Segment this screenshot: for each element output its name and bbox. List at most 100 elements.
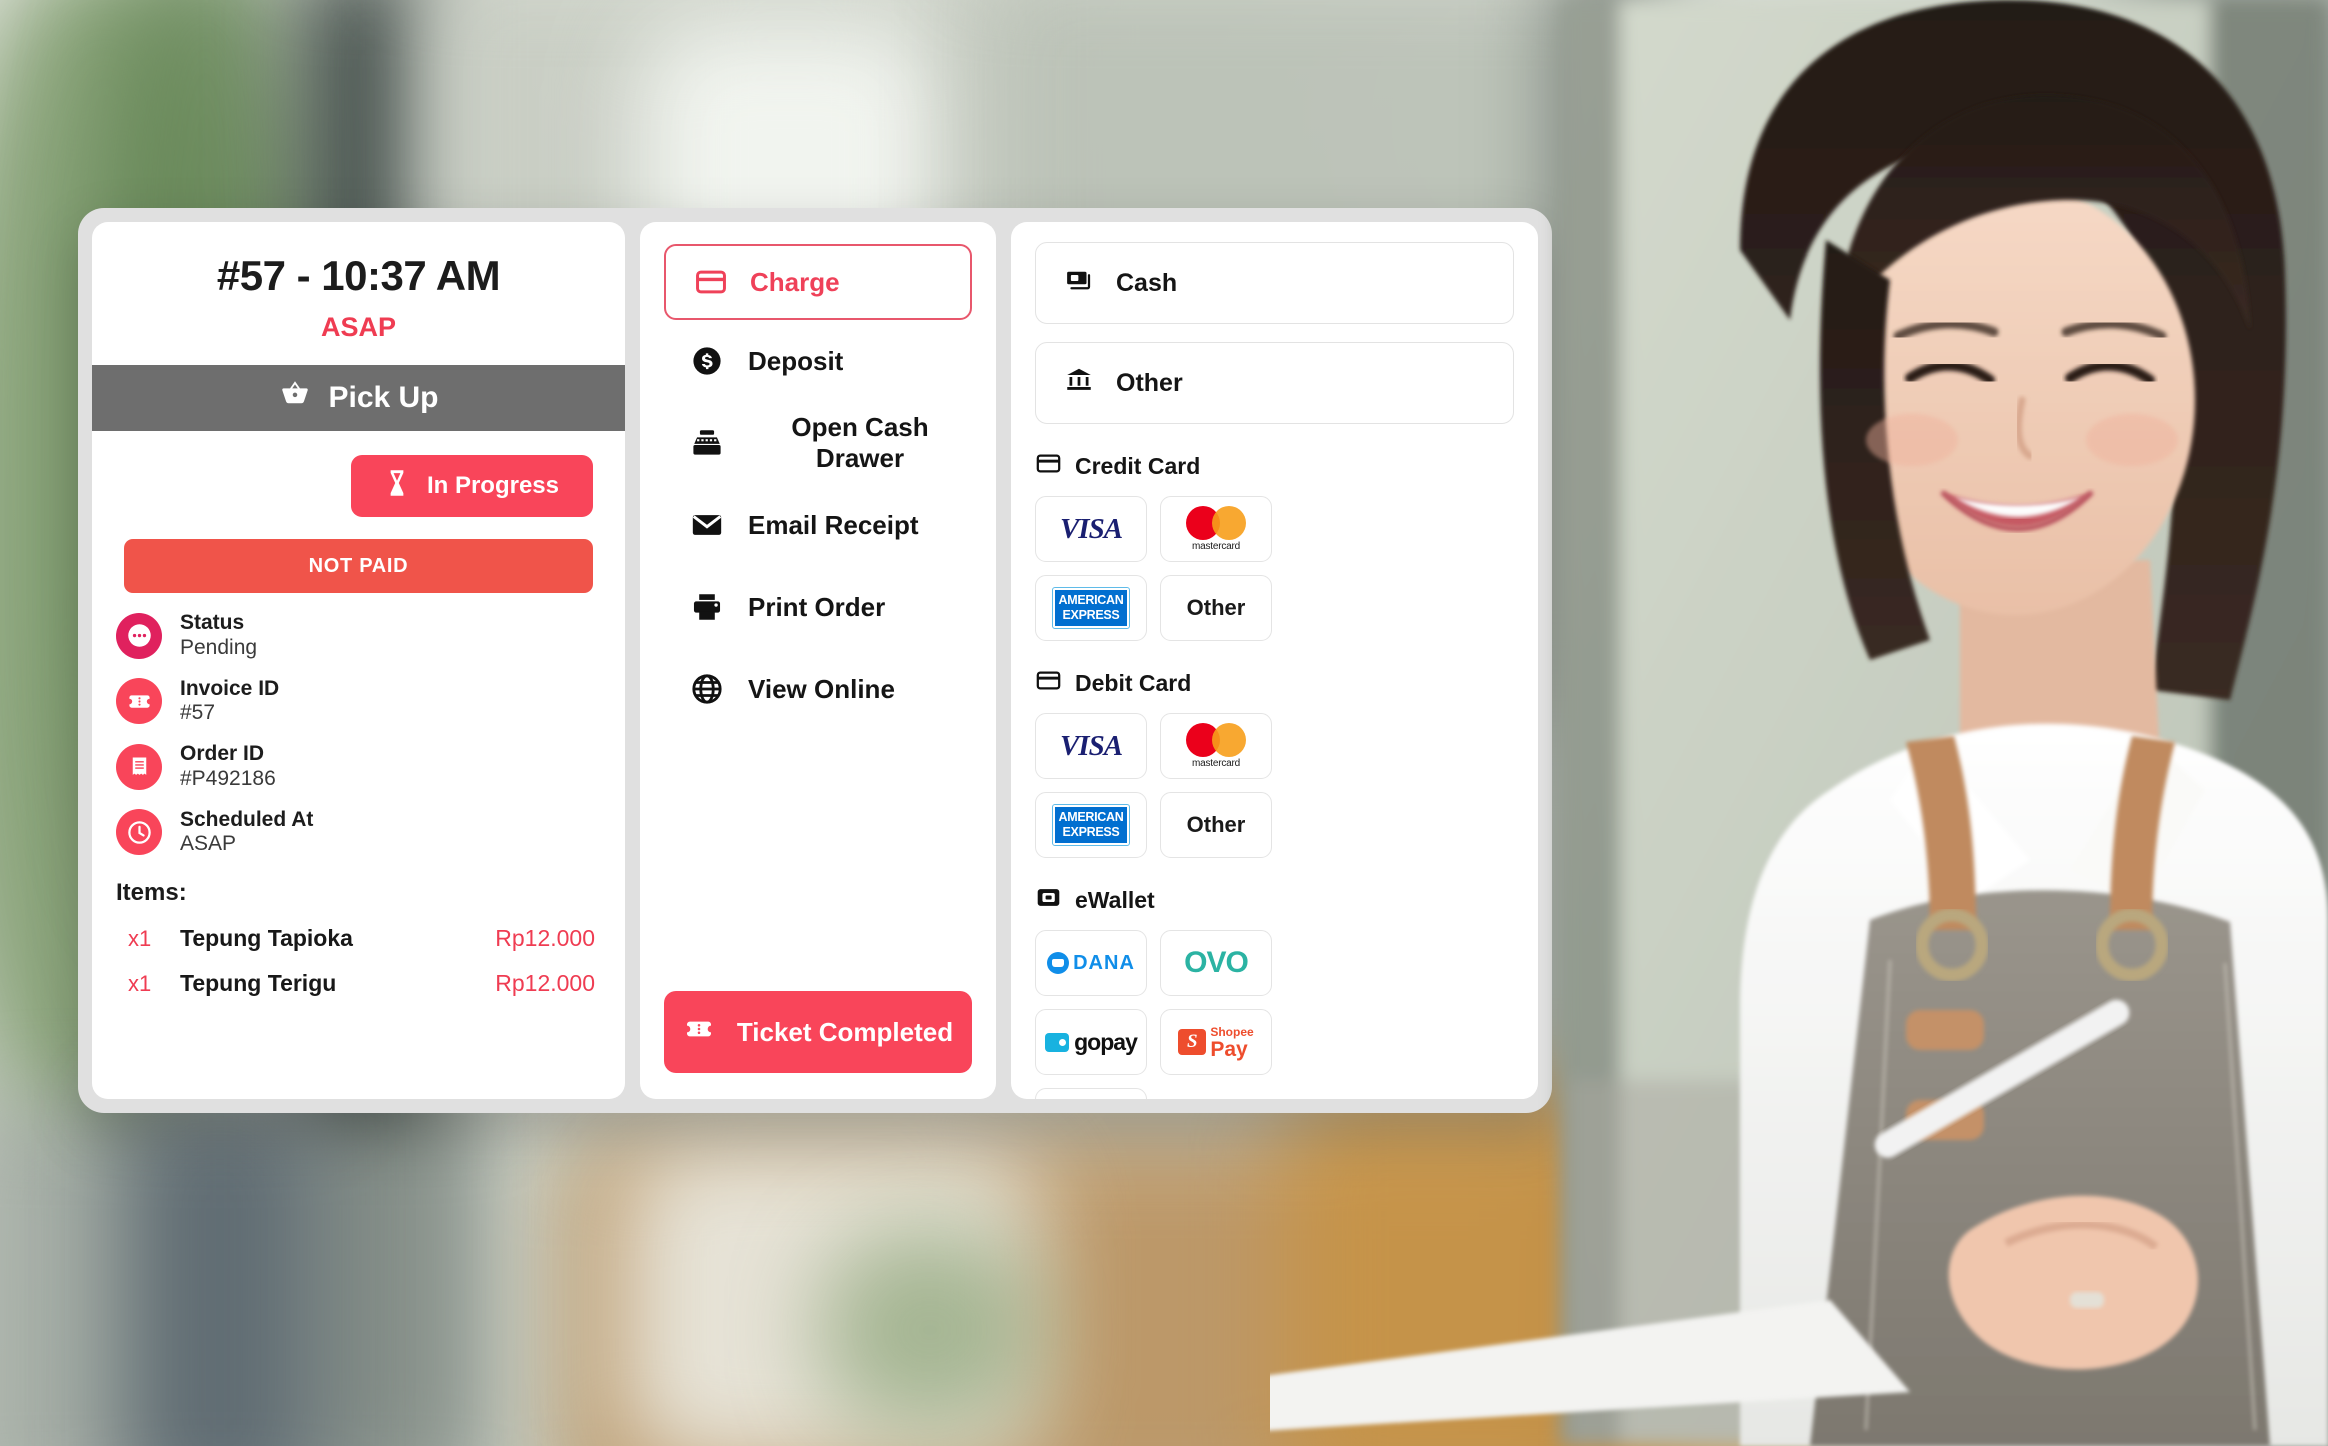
credit-card-icon: [694, 265, 728, 299]
email-receipt-button[interactable]: Email Receipt: [664, 484, 972, 566]
not-paid-button[interactable]: NOT PAID: [124, 539, 593, 593]
amex-logo: AMERICAN EXPRESS: [1051, 587, 1131, 629]
banknote-icon: [1064, 265, 1094, 302]
payment-option-credit-other[interactable]: Other: [1160, 575, 1272, 641]
chat-dots-icon: [116, 612, 162, 659]
payment-option-dana[interactable]: DANA: [1035, 930, 1147, 996]
wallet-icon: [1035, 884, 1062, 916]
print-order-label: Print Order: [748, 591, 886, 622]
order-type-label: Pick Up: [328, 381, 439, 414]
meta-label: Order ID: [180, 742, 265, 766]
page-title: #57 - 10:37 AM: [216, 252, 501, 299]
meta-row-status: Status Pending: [116, 611, 601, 661]
visa-logo: VISA: [1059, 729, 1123, 762]
gopay-logo: gopay: [1045, 1029, 1138, 1056]
payment-status-row: NOT PAID: [92, 517, 625, 593]
payment-group-credit-card: Credit Card VISA mastercard AMERICAN EXPR…: [1035, 450, 1514, 641]
mastercard-logo: mastercard: [1186, 723, 1246, 769]
payment-option-shopeepay[interactable]: S Shopee Pay: [1160, 1009, 1272, 1075]
in-progress-button[interactable]: In Progress: [350, 455, 593, 517]
payment-option-visa[interactable]: VISA: [1035, 713, 1147, 779]
payment-option-amex[interactable]: AMERICAN EXPRESS: [1035, 575, 1147, 641]
meta-label: Scheduled At: [180, 807, 314, 831]
ticket-header: #57 - 10:37 AM ASAP: [92, 222, 625, 365]
items-heading: Items:: [116, 879, 187, 907]
clock-icon: [116, 809, 162, 856]
visa-logo: VISA: [1059, 512, 1123, 545]
payment-option-gopay[interactable]: gopay: [1035, 1009, 1147, 1075]
dana-logo: DANA: [1047, 952, 1135, 975]
payment-option-amex[interactable]: AMERICAN EXPRESS: [1035, 792, 1147, 858]
payment-option-mastercard[interactable]: mastercard: [1160, 496, 1272, 562]
ovo-logo: OVO: [1184, 946, 1249, 979]
ticket-panel: #57 - 10:37 AM ASAP Pick Up In Progress …: [92, 222, 625, 1099]
item-qty: x1: [128, 970, 152, 996]
payment-option-ewallet-other[interactable]: Other: [1035, 1088, 1147, 1099]
payment-group-debit-card: Debit Card VISA mastercard AMERICAN EXPRE…: [1035, 667, 1514, 858]
pos-order-card: #57 - 10:37 AM ASAP Pick Up In Progress …: [78, 208, 1552, 1113]
meta-label: Status: [180, 611, 245, 634]
item-price: Rp12.000: [495, 925, 595, 952]
email-receipt-label: Email Receipt: [748, 509, 919, 540]
ticket-completed-button[interactable]: Ticket Completed: [664, 991, 972, 1073]
print-order-button[interactable]: Print Order: [664, 566, 972, 648]
payment-group-ewallet: eWallet DANA OVO gopay S ShopeePay Other: [1035, 884, 1514, 1099]
list-item: x1 Tepung Terigu Rp12.000: [92, 952, 625, 997]
meta-value: ASAP: [180, 832, 237, 856]
meta-label: Invoice ID: [180, 676, 280, 700]
meta-row-scheduled-at: Scheduled At ASAP: [116, 808, 601, 858]
cash-register-icon: [690, 426, 724, 460]
payment-group-title: eWallet: [1075, 886, 1155, 913]
item-name: Tepung Tapioka: [180, 925, 353, 952]
meta-row-order-id: Order ID #P492186: [116, 742, 601, 792]
bank-icon: [1064, 365, 1094, 402]
payment-other-bank-button[interactable]: Other: [1035, 342, 1514, 424]
open-cash-drawer-button[interactable]: Open Cash Drawer: [664, 402, 972, 484]
view-online-label: View Online: [748, 673, 895, 704]
view-online-button[interactable]: View Online: [664, 648, 972, 730]
item-name: Tepung Terigu: [180, 970, 337, 997]
meta-row-invoice-id: Invoice ID #57: [116, 677, 601, 727]
payment-group-title: Credit Card: [1075, 452, 1201, 479]
shopeepay-logo: S Shopee Pay: [1178, 1024, 1254, 1060]
payment-option-visa[interactable]: VISA: [1035, 496, 1147, 562]
payment-other-bank-label: Other: [1116, 368, 1183, 397]
meta-value: #P492186: [180, 766, 276, 790]
ticket-icon: [683, 1013, 715, 1052]
payment-methods-panel: Cash Other Credit Card VISA mastercard A…: [1011, 222, 1538, 1099]
ticket-icon: [116, 678, 162, 725]
basket-icon: [278, 377, 312, 419]
item-qty: x1: [128, 925, 152, 951]
charge-label: Charge: [750, 266, 840, 297]
deposit-button[interactable]: Deposit: [664, 320, 972, 402]
payment-option-mastercard[interactable]: mastercard: [1160, 713, 1272, 779]
ticket-subtitle: ASAP: [320, 312, 396, 342]
mastercard-logo: mastercard: [1186, 506, 1246, 552]
amex-logo: AMERICAN EXPRESS: [1051, 804, 1131, 846]
credit-card-icon: [1035, 450, 1062, 482]
globe-icon: [690, 672, 724, 706]
ticket-completed-label: Ticket Completed: [736, 1016, 954, 1047]
receipt-icon: [116, 743, 162, 790]
payment-group-title: Debit Card: [1075, 669, 1192, 696]
order-meta-list: Status Pending Invoice ID #57 Order ID #…: [92, 593, 625, 873]
credit-card-icon: [1035, 667, 1062, 699]
actions-panel: Charge Deposit Open Cash Drawer Email Re…: [640, 222, 996, 1099]
list-item: x1 Tepung Tapioka Rp12.000: [92, 907, 625, 952]
payment-cash-button[interactable]: Cash: [1035, 242, 1514, 324]
hourglass-icon: [385, 469, 409, 504]
payment-cash-label: Cash: [1116, 268, 1178, 297]
open-cash-drawer-label: Open Cash Drawer: [791, 412, 929, 473]
order-type-bar: Pick Up: [92, 365, 625, 431]
printer-icon: [690, 590, 724, 624]
payment-option-debit-other[interactable]: Other: [1160, 792, 1272, 858]
deposit-label: Deposit: [748, 345, 844, 376]
meta-value: Pending: [180, 635, 258, 659]
item-price: Rp12.000: [495, 970, 595, 997]
charge-button[interactable]: Charge: [664, 244, 972, 320]
meta-value: #57: [180, 701, 216, 725]
dollar-coin-icon: [690, 344, 724, 378]
progress-row: In Progress: [92, 431, 625, 517]
payment-option-ovo[interactable]: OVO: [1160, 930, 1272, 996]
envelope-icon: [690, 508, 724, 542]
